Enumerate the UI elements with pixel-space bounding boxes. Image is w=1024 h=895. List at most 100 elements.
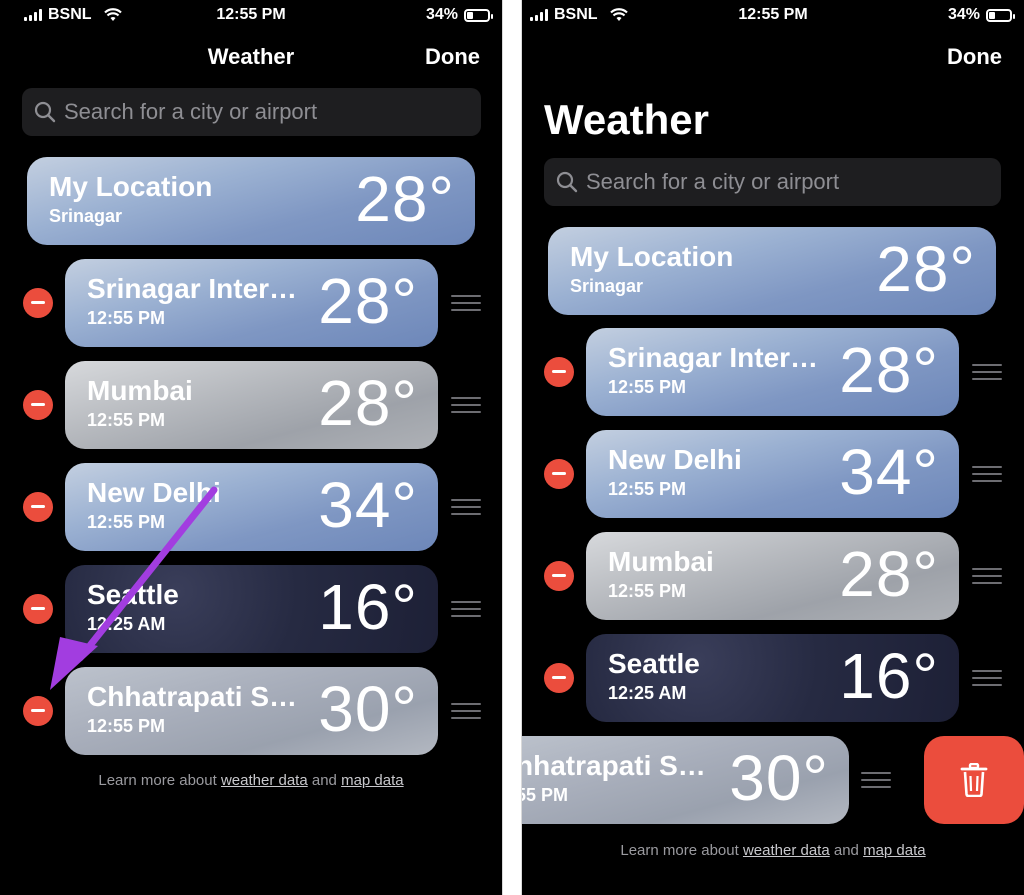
city-card[interactable]: New Delhi 12:55 PM 34°: [65, 463, 438, 551]
reorder-grip-icon[interactable]: [451, 397, 481, 413]
delete-row-button[interactable]: [23, 696, 53, 726]
phone-screen-left: BSNL 12:55 PM 34% Weather Done Search fo…: [0, 0, 502, 895]
footer-prefix: Learn more about: [98, 772, 217, 789]
city-name: Chhatrapati S…: [87, 681, 298, 712]
city-card[interactable]: Seattle 12:25 AM 16°: [586, 634, 959, 722]
city-temperature: 34°: [318, 469, 418, 541]
delete-row-button[interactable]: [23, 594, 53, 624]
reorder-grip-icon[interactable]: [972, 670, 1002, 686]
battery-group: 34%: [425, 6, 493, 24]
city-card[interactable]: Srinagar Inter… 12:55 PM 28°: [586, 328, 959, 416]
city-temperature: 28°: [839, 538, 939, 610]
status-bar: BSNL 12:55 PM 34%: [522, 0, 1024, 30]
city-temperature: 30°: [729, 742, 829, 814]
map-data-link[interactable]: map data: [863, 842, 926, 859]
divider: [521, 0, 522, 895]
city-time: 12:55 PM: [87, 410, 166, 430]
city-name: Seattle: [87, 579, 179, 610]
city-time: 12:25 AM: [608, 683, 687, 703]
search-placeholder: Search for a city or airport: [586, 169, 840, 194]
city-time: 12:55 PM: [608, 581, 687, 601]
delete-row-button[interactable]: [544, 561, 574, 591]
search-field[interactable]: Search for a city or airport: [22, 88, 481, 136]
reorder-grip-icon[interactable]: [451, 601, 481, 617]
card-temperature: 28°: [355, 163, 455, 235]
delete-row-button[interactable]: [544, 459, 574, 489]
footer-middle: and: [833, 842, 859, 859]
city-name: hhatrapati S…: [522, 750, 706, 781]
weather-data-link[interactable]: weather data: [221, 772, 308, 789]
reorder-grip-icon[interactable]: [972, 568, 1002, 584]
city-time: 12:55 PM: [608, 479, 687, 499]
card-title: My Location: [49, 171, 213, 202]
city-time: 12:55 PM: [608, 377, 687, 397]
card-title: My Location: [570, 241, 734, 272]
footer-prefix: Learn more about: [620, 842, 739, 859]
city-temperature: 34°: [839, 436, 939, 508]
search-placeholder: Search for a city or airport: [64, 99, 318, 124]
city-time: 12:55 PM: [87, 512, 166, 532]
done-button[interactable]: Done: [947, 44, 1002, 70]
delete-button[interactable]: [924, 736, 1024, 824]
trash-icon: [960, 763, 988, 797]
card-subtitle: Srinagar: [570, 276, 644, 296]
city-name: New Delhi: [87, 477, 221, 508]
city-temperature: 28°: [318, 367, 418, 439]
delete-row-button[interactable]: [544, 663, 574, 693]
delete-row-button[interactable]: [23, 492, 53, 522]
city-card[interactable]: Chhatrapati S… 12:55 PM 30°: [65, 667, 438, 755]
footer-links: Learn more about weather data and map da…: [522, 842, 1024, 859]
reorder-grip-icon[interactable]: [861, 772, 891, 788]
delete-row-button[interactable]: [544, 357, 574, 387]
battery-group: 34%: [947, 6, 1015, 24]
city-temperature: 16°: [318, 571, 418, 643]
city-temperature: 30°: [318, 673, 418, 745]
delete-row-button[interactable]: [23, 288, 53, 318]
battery-icon: [464, 8, 493, 22]
battery-percent: 34%: [425, 6, 458, 23]
city-time: 55 PM: [522, 785, 569, 805]
reorder-grip-icon[interactable]: [972, 364, 1002, 380]
my-location-card[interactable]: My Location Srinagar 28°: [27, 157, 475, 245]
search-icon: [556, 171, 578, 193]
city-card[interactable]: Srinagar Inter… 12:55 PM 28°: [65, 259, 438, 347]
city-card[interactable]: Mumbai 12:55 PM 28°: [65, 361, 438, 449]
reorder-grip-icon[interactable]: [972, 466, 1002, 482]
city-name: New Delhi: [608, 444, 742, 475]
page-title: Weather: [544, 96, 709, 143]
weather-data-link[interactable]: weather data: [743, 842, 830, 859]
delete-row-button[interactable]: [23, 390, 53, 420]
swiped-city-card[interactable]: hhatrapati S… 55 PM 30°: [522, 736, 849, 824]
divider: [502, 0, 503, 895]
city-time: 12:55 PM: [87, 716, 166, 736]
battery-icon: [986, 8, 1015, 22]
card-subtitle: Srinagar: [49, 206, 123, 226]
city-temperature: 28°: [839, 334, 939, 406]
city-card[interactable]: Mumbai 12:55 PM 28°: [586, 532, 959, 620]
battery-percent: 34%: [947, 6, 980, 23]
reorder-grip-icon[interactable]: [451, 295, 481, 311]
footer-links: Learn more about weather data and map da…: [0, 772, 502, 789]
city-card[interactable]: Seattle 12:25 AM 16°: [65, 565, 438, 653]
reorder-grip-icon[interactable]: [451, 499, 481, 515]
city-name: Mumbai: [608, 546, 714, 577]
city-time: 12:25 AM: [87, 614, 166, 634]
city-name: Srinagar Inter…: [608, 342, 819, 373]
phone-screen-right: BSNL 12:55 PM 34% Done Weather Search fo…: [522, 0, 1024, 895]
done-button[interactable]: Done: [425, 44, 480, 70]
city-temperature: 16°: [839, 640, 939, 712]
card-temperature: 28°: [876, 233, 976, 305]
city-name: Seattle: [608, 648, 700, 679]
city-card[interactable]: New Delhi 12:55 PM 34°: [586, 430, 959, 518]
my-location-card[interactable]: My Location Srinagar 28°: [548, 227, 996, 315]
footer-middle: and: [311, 772, 337, 789]
city-temperature: 28°: [318, 265, 418, 337]
map-data-link[interactable]: map data: [341, 772, 404, 789]
reorder-grip-icon[interactable]: [451, 703, 481, 719]
search-icon: [34, 101, 56, 123]
city-name: Srinagar Inter…: [87, 273, 298, 304]
search-field[interactable]: Search for a city or airport: [544, 158, 1001, 206]
city-time: 12:55 PM: [87, 308, 166, 328]
status-bar: BSNL 12:55 PM 34%: [0, 0, 502, 30]
city-name: Mumbai: [87, 375, 193, 406]
